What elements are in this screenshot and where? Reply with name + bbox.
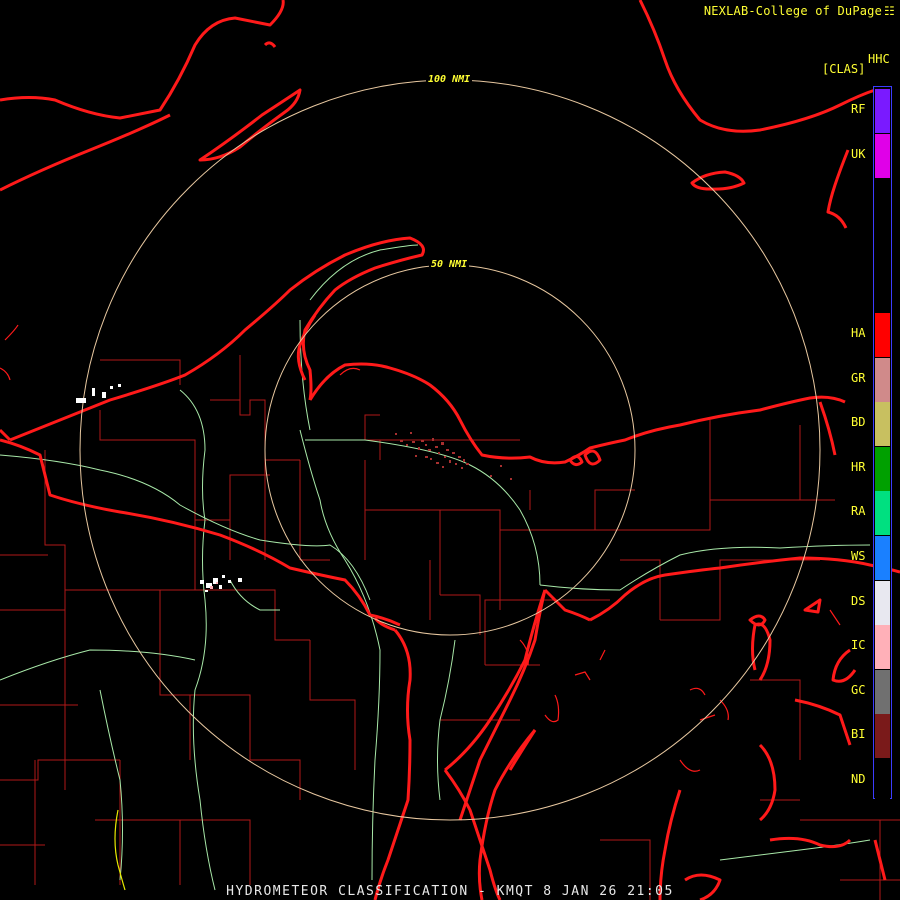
legend-label-ws: WS — [851, 549, 866, 563]
product-id-label: HHC — [868, 52, 890, 66]
credit-label: NEXLAB-College of DuPage ☷ — [704, 4, 895, 18]
radar-map — [0, 0, 900, 900]
legend-swatch-ds — [875, 581, 890, 625]
legend-swatch-hr — [875, 447, 890, 491]
legend-label-nd: ND — [851, 772, 866, 786]
legend-swatch-gr — [875, 358, 890, 402]
coastlines — [0, 0, 900, 900]
radar-echoes-dry-snow — [76, 384, 242, 592]
legend-swatch-ra — [875, 491, 890, 535]
legend-label-hr: HR — [851, 460, 866, 474]
legend-swatch-gc — [875, 670, 890, 714]
legend-label-gr: GR — [851, 371, 866, 385]
logo-icon: ☷ — [884, 4, 895, 18]
legend-label-gc: GC — [851, 683, 866, 697]
legend-swatch-bi — [875, 714, 890, 758]
classification-legend — [873, 86, 892, 803]
legend-swatch-nd — [875, 759, 890, 803]
range-ring-label-50: 50 NMI — [429, 259, 470, 270]
legend-swatch-uk — [875, 134, 890, 178]
range-ring-50nmi — [264, 264, 636, 636]
range-ring-100nmi — [79, 79, 821, 821]
legend-swatch-ic — [875, 625, 890, 669]
legend-swatch-ha — [875, 313, 890, 357]
credit-text: NEXLAB-College of DuPage — [703, 4, 883, 18]
legend-swatch-bd — [875, 402, 890, 446]
product-code-label: [CLAS] — [822, 62, 866, 76]
product-title: HYDROMETEOR CLASSIFICATION - KMQT 8 JAN … — [226, 884, 674, 899]
legend-swatch-ws — [875, 536, 890, 580]
legend-label-ds: DS — [851, 594, 866, 608]
legend-label-bd: BD — [851, 415, 866, 429]
range-rings — [79, 79, 821, 821]
legend-label-bi: BI — [851, 727, 866, 741]
legend-label-ha: HA — [851, 326, 866, 340]
legend-label-ra: RA — [851, 504, 866, 518]
highways — [0, 244, 871, 891]
legend-swatch-rf — [875, 89, 890, 133]
legend-label-uk: UK — [851, 147, 866, 161]
legend-label-rf: RF — [851, 102, 866, 116]
range-ring-label-100: 100 NMI — [426, 74, 473, 85]
legend-label-ic: IC — [851, 638, 866, 652]
shoreline-details — [0, 324, 841, 772]
